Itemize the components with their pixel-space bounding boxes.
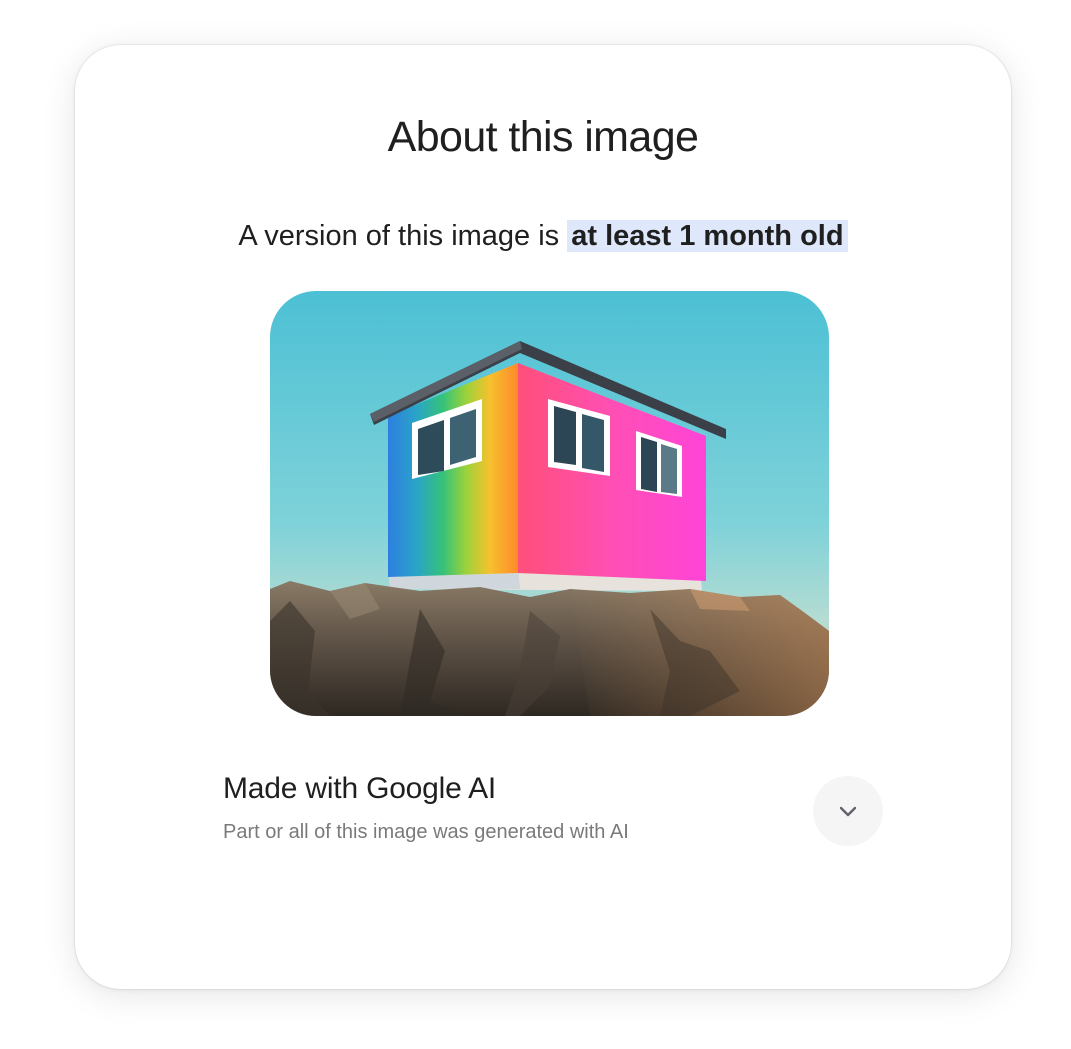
image-age-highlight: at least 1 month old — [567, 220, 848, 252]
about-image-dialog: About this image A version of this image… — [75, 45, 1011, 989]
expand-button[interactable] — [813, 776, 883, 846]
chevron-down-icon — [839, 806, 857, 817]
page: About this image A version of this image… — [0, 0, 1071, 1049]
preview-image — [270, 291, 829, 716]
image-age-prefix: A version of this image is — [238, 220, 568, 252]
dialog-title: About this image — [387, 113, 699, 161]
ai-section-title: Made with Google AI — [223, 772, 497, 805]
image-age-statement: A version of this image is at least 1 mo… — [75, 215, 1011, 257]
ai-section-description: Part or all of this image was generated … — [223, 821, 629, 843]
